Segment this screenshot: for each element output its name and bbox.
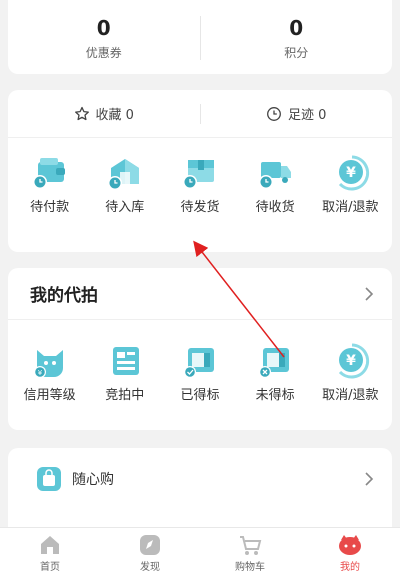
yen-refund-icon: ¥ xyxy=(339,155,370,191)
svg-text:¥: ¥ xyxy=(346,353,356,369)
points-label: 积分 xyxy=(284,45,309,60)
order-status-row: 待付款 待入库 待发货 待收货 ¥ 取消/退款 xyxy=(8,152,392,215)
footprint-button[interactable]: 足迹 0 xyxy=(201,104,393,123)
lost-bid-button[interactable]: 未得标 xyxy=(239,340,311,403)
favorites-row: 收藏 0 足迹 0 xyxy=(8,90,392,138)
shopping-bag-icon xyxy=(37,467,61,491)
tab-discover-label: 发现 xyxy=(140,562,160,573)
won-bid-button[interactable]: 已得标 xyxy=(164,340,236,403)
tab-profile-label: 我的 xyxy=(340,562,360,573)
profile-icon xyxy=(339,535,361,555)
suixin-card: 随心购 xyxy=(8,448,392,528)
cat-credit-icon: ¥ xyxy=(33,350,63,378)
tab-discover[interactable]: 发现 xyxy=(100,528,200,575)
tab-cart-label: 购物车 xyxy=(235,562,265,573)
svg-text:¥: ¥ xyxy=(346,165,356,181)
pending-receipt-label: 待收货 xyxy=(255,200,295,215)
home-icon xyxy=(41,536,59,554)
collect-button[interactable]: 收藏 0 xyxy=(8,104,200,123)
svg-text:¥: ¥ xyxy=(37,369,42,377)
warehouse-clock-icon xyxy=(107,159,139,190)
clock-icon xyxy=(267,106,281,121)
pending-payment-label: 待付款 xyxy=(30,200,70,215)
star-icon xyxy=(74,106,89,120)
coupons-count: 0 xyxy=(96,15,111,40)
orders-card: 收藏 0 足迹 0 待付款 待入库 待发货 待收货 ¥ 取消/退款 xyxy=(8,90,392,252)
pending-shipment-label: 待发货 xyxy=(180,200,220,215)
auction-board-icon xyxy=(112,347,139,375)
proxy-bidding-header[interactable]: 我的代拍 xyxy=(8,268,392,320)
suixin-row[interactable]: 随心购 xyxy=(8,448,392,510)
points-count: 0 xyxy=(289,15,304,40)
box-clock-icon xyxy=(182,160,214,189)
cart-icon xyxy=(240,536,262,555)
tab-profile[interactable]: 我的 xyxy=(300,528,400,575)
bottom-tab-bar: 首页 发现 购物车 我的 xyxy=(0,527,400,575)
lost-bid-label: 未得标 xyxy=(255,388,295,403)
yen-refund-icon: ¥ xyxy=(339,343,370,379)
my-proxy-bidding-card: 我的代拍 ¥ 信用等级 竞拍中 已得标 未得标 ¥ 取消/退款 xyxy=(8,268,392,430)
cancel-refund-button[interactable]: ¥ 取消/退款 xyxy=(314,152,386,215)
proxy-cancel-refund-button[interactable]: ¥ 取消/退款 xyxy=(314,340,386,403)
credit-level-label: 信用等级 xyxy=(23,388,76,403)
collect-label: 收藏 0 xyxy=(95,108,134,123)
proxy-cancel-refund-label: 取消/退款 xyxy=(322,388,379,403)
compass-icon xyxy=(140,535,160,555)
tab-home[interactable]: 首页 xyxy=(0,528,100,575)
pending-receipt-button[interactable]: 待收货 xyxy=(239,152,311,215)
suixin-label: 随心购 xyxy=(72,472,114,488)
won-bid-label: 已得标 xyxy=(180,388,220,403)
coupons-label: 优惠券 xyxy=(85,45,122,60)
section-title: 我的代拍 xyxy=(30,286,98,306)
truck-clock-icon xyxy=(259,162,292,189)
bidding-label: 竞拍中 xyxy=(105,388,145,403)
chevron-right-icon xyxy=(365,472,374,486)
wallet-clock-icon xyxy=(32,158,65,189)
stats-card: 0 优惠券 0 积分 xyxy=(8,0,392,74)
pending-shipment-button[interactable]: 待发货 xyxy=(164,152,236,215)
won-bid-icon xyxy=(183,348,214,378)
lost-bid-icon xyxy=(259,348,290,378)
tab-home-label: 首页 xyxy=(40,562,60,573)
coupons-stat[interactable]: 0 优惠券 xyxy=(8,4,200,61)
proxy-status-row: ¥ 信用等级 竞拍中 已得标 未得标 ¥ 取消/退款 xyxy=(8,340,392,403)
footprint-label: 足迹 0 xyxy=(288,108,327,123)
pending-payment-button[interactable]: 待付款 xyxy=(14,152,86,215)
points-stat[interactable]: 0 积分 xyxy=(201,4,393,61)
tab-cart[interactable]: 购物车 xyxy=(200,528,300,575)
pending-warehouse-button[interactable]: 待入库 xyxy=(89,152,161,215)
pending-warehouse-label: 待入库 xyxy=(105,200,145,215)
cancel-refund-label: 取消/退款 xyxy=(322,200,379,215)
bidding-button[interactable]: 竞拍中 xyxy=(89,340,161,403)
credit-level-button[interactable]: ¥ 信用等级 xyxy=(14,340,86,403)
chevron-right-icon xyxy=(365,286,374,301)
